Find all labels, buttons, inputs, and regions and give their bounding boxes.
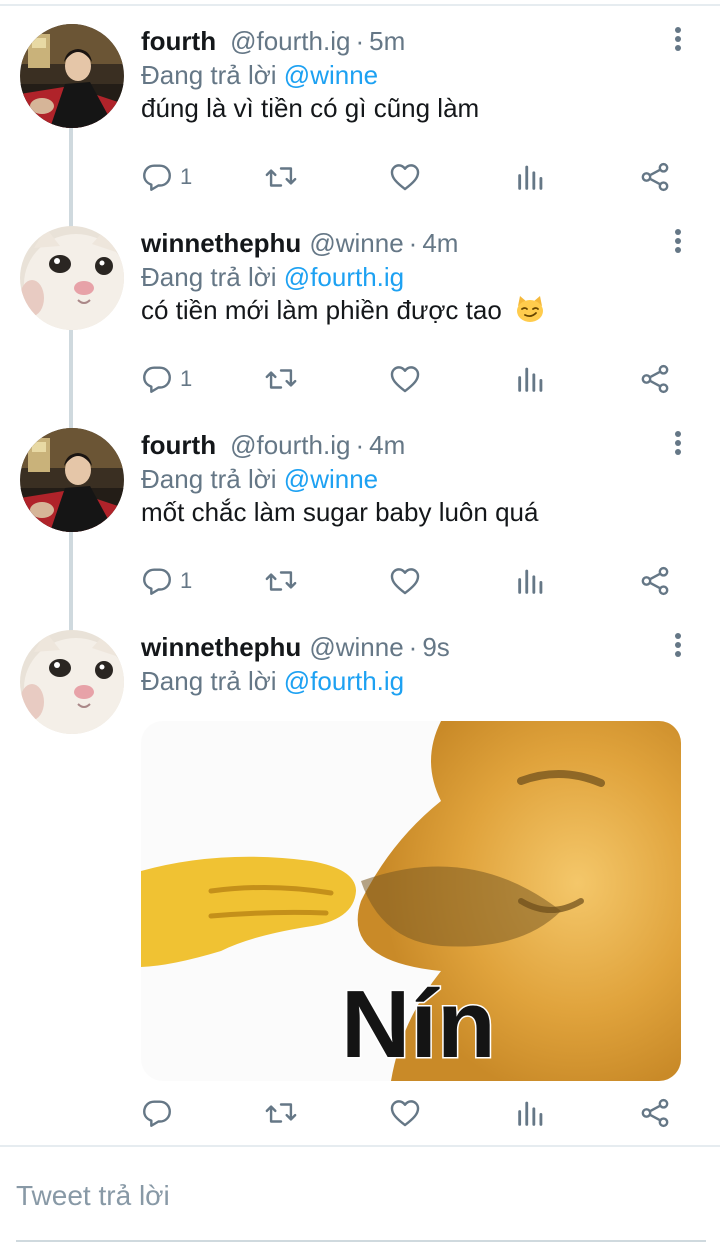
display-name[interactable]: fourth bbox=[141, 428, 216, 462]
meme-image: Nín bbox=[141, 721, 681, 1081]
reply-button[interactable]: 1 bbox=[140, 157, 192, 197]
analytics-icon bbox=[514, 1096, 548, 1130]
user-handle[interactable]: @winne bbox=[309, 630, 403, 664]
like-button[interactable] bbox=[388, 157, 422, 197]
smirk-cat-emoji bbox=[517, 296, 544, 322]
retweet-icon bbox=[264, 362, 298, 396]
retweet-button[interactable] bbox=[264, 561, 298, 601]
more-icon[interactable] bbox=[668, 24, 688, 54]
replying-prefix: Đang trả lời bbox=[141, 60, 277, 90]
tweet-actions: 1 bbox=[0, 157, 720, 197]
user-handle[interactable]: @fourth.ig bbox=[230, 24, 350, 58]
replying-prefix: Đang trả lời bbox=[141, 262, 277, 292]
analytics-button[interactable] bbox=[514, 1093, 548, 1133]
display-name[interactable]: fourth bbox=[141, 24, 216, 58]
like-button[interactable] bbox=[388, 1093, 422, 1133]
retweet-button[interactable] bbox=[264, 157, 298, 197]
replying-prefix: Đang trả lời bbox=[141, 666, 277, 696]
reply-icon bbox=[140, 362, 174, 396]
like-icon bbox=[388, 1096, 422, 1130]
reply-count: 1 bbox=[180, 164, 193, 189]
like-icon bbox=[388, 160, 422, 194]
analytics-button[interactable] bbox=[514, 157, 548, 197]
like-icon bbox=[388, 564, 422, 598]
tweet-media-image[interactable]: Nín bbox=[141, 721, 681, 1081]
avatar[interactable] bbox=[20, 428, 124, 532]
share-button[interactable] bbox=[638, 561, 672, 601]
separator: · bbox=[408, 632, 418, 662]
share-icon bbox=[638, 1096, 672, 1130]
mention-link[interactable]: @winne bbox=[284, 60, 378, 90]
tweet-text: có tiền mới làm phiền được tao bbox=[141, 295, 502, 325]
reply-button[interactable] bbox=[140, 1093, 174, 1133]
share-icon bbox=[638, 362, 672, 396]
like-button[interactable] bbox=[388, 359, 422, 399]
replying-prefix: Đang trả lời bbox=[141, 464, 277, 494]
timestamp[interactable]: 9s bbox=[422, 630, 449, 664]
separator: · bbox=[355, 26, 365, 56]
tweet-actions bbox=[0, 1093, 720, 1133]
analytics-icon bbox=[514, 564, 548, 598]
replying-to: Đang trả lời @winne bbox=[141, 58, 378, 92]
avatar[interactable] bbox=[20, 630, 124, 734]
mention-link[interactable]: @fourth.ig bbox=[284, 666, 404, 696]
share-icon bbox=[638, 160, 672, 194]
share-icon bbox=[638, 564, 672, 598]
replying-to: Đang trả lời @fourth.ig bbox=[141, 664, 404, 698]
share-button[interactable] bbox=[638, 359, 672, 399]
analytics-button[interactable] bbox=[514, 561, 548, 601]
reply-button[interactable]: 1 bbox=[140, 561, 192, 601]
tweet-actions: 1 bbox=[0, 359, 720, 399]
more-icon[interactable] bbox=[668, 226, 688, 256]
reply-input[interactable]: Tweet trả lời bbox=[16, 1174, 706, 1218]
avatar[interactable] bbox=[20, 24, 124, 128]
tweet-text: mốt chắc làm sugar baby luôn quá bbox=[141, 497, 539, 527]
separator: · bbox=[355, 430, 365, 460]
reply-count: 1 bbox=[180, 568, 193, 593]
reply-icon bbox=[140, 1096, 174, 1130]
tweet-actions: 1 bbox=[0, 561, 720, 601]
reply-count: 1 bbox=[180, 366, 193, 391]
reply-icon bbox=[140, 564, 174, 598]
retweet-icon bbox=[264, 1096, 298, 1130]
timestamp[interactable]: 4m bbox=[369, 428, 405, 462]
tweet-text: đúng là vì tiền có gì cũng làm bbox=[141, 93, 480, 123]
share-button[interactable] bbox=[638, 1093, 672, 1133]
mention-link[interactable]: @fourth.ig bbox=[284, 262, 404, 292]
tweet-text-container: có tiền mới làm phiền được tao bbox=[141, 292, 545, 328]
replying-to: Đang trả lời @fourth.ig bbox=[141, 260, 404, 294]
more-icon[interactable] bbox=[668, 428, 688, 458]
reply-button[interactable]: 1 bbox=[140, 359, 192, 399]
analytics-icon bbox=[514, 362, 548, 396]
display-name[interactable]: winnethephu bbox=[141, 226, 301, 260]
retweet-icon bbox=[264, 564, 298, 598]
like-icon bbox=[388, 362, 422, 396]
separator: · bbox=[408, 228, 418, 258]
retweet-button[interactable] bbox=[264, 359, 298, 399]
share-button[interactable] bbox=[638, 157, 672, 197]
mention-link[interactable]: @winne bbox=[284, 464, 378, 494]
analytics-button[interactable] bbox=[514, 359, 548, 399]
compose-divider bbox=[0, 1145, 720, 1147]
reply-icon bbox=[140, 160, 174, 194]
replying-to: Đang trả lời @winne bbox=[141, 462, 378, 496]
retweet-button[interactable] bbox=[264, 1093, 298, 1133]
reply-input-underline bbox=[16, 1240, 706, 1242]
top-divider bbox=[0, 4, 720, 6]
user-handle[interactable]: @fourth.ig bbox=[230, 428, 350, 462]
more-icon[interactable] bbox=[668, 630, 688, 660]
timestamp[interactable]: 4m bbox=[422, 226, 458, 260]
like-button[interactable] bbox=[388, 561, 422, 601]
retweet-icon bbox=[264, 160, 298, 194]
timestamp[interactable]: 5m bbox=[369, 24, 405, 58]
user-handle[interactable]: @winne bbox=[309, 226, 403, 260]
analytics-icon bbox=[514, 160, 548, 194]
display-name[interactable]: winnethephu bbox=[141, 630, 301, 664]
avatar[interactable] bbox=[20, 226, 124, 330]
meme-caption: Nín bbox=[341, 971, 496, 1078]
